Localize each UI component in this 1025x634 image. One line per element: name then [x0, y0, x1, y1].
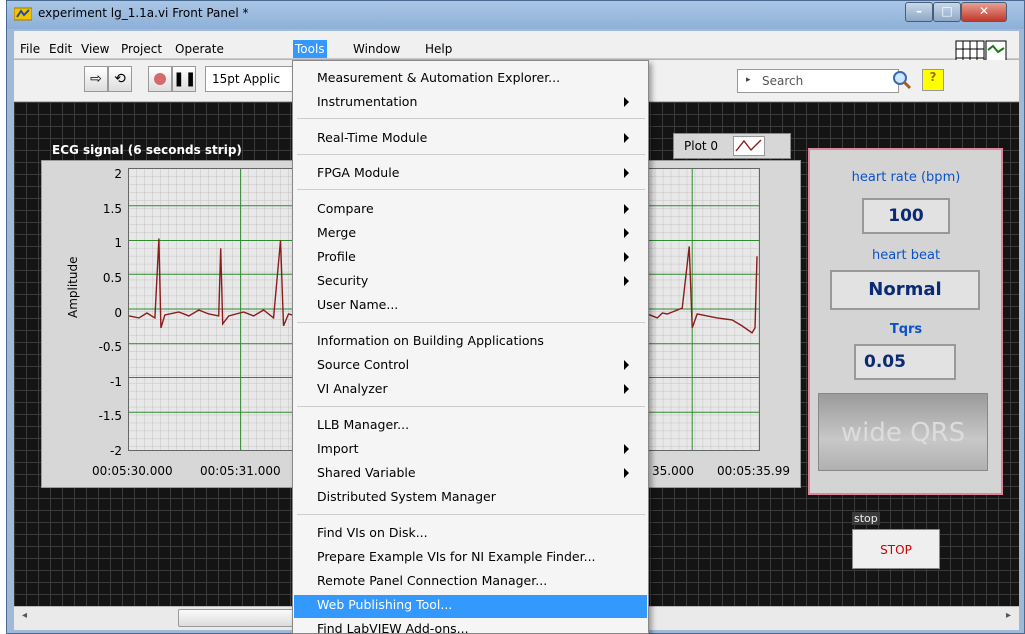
- menu-item-web-publishing-tool[interactable]: Web Publishing Tool...: [317, 597, 452, 612]
- menu-window[interactable]: Window: [351, 40, 402, 58]
- search-dropdown-icon[interactable]: ▸: [746, 75, 751, 85]
- stop-label: stop: [852, 512, 880, 525]
- menu-separator: [297, 406, 645, 407]
- x-tick-label: 35.000: [652, 464, 694, 478]
- chart-title: ECG signal (6 seconds strip): [52, 143, 242, 157]
- y-tick-label: 2: [114, 167, 122, 181]
- y-tick-label: 0.5: [102, 271, 122, 285]
- heart-rate-label: heart rate (bpm): [851, 170, 961, 185]
- menu-item-profile[interactable]: Profile: [317, 249, 356, 264]
- submenu-arrow-icon: [624, 276, 629, 286]
- plot-legend-label: Plot 0: [684, 139, 719, 153]
- menu-item-import[interactable]: Import: [317, 441, 359, 456]
- y-tick-label: -1: [110, 375, 122, 389]
- tqrs-label: Tqrs: [889, 322, 923, 337]
- menu-edit[interactable]: Edit: [47, 40, 74, 58]
- heart-beat-value: Normal: [830, 270, 980, 310]
- labview-icon: [14, 7, 32, 21]
- stop-button[interactable]: STOP: [852, 529, 940, 569]
- menu-item-compare[interactable]: Compare: [317, 201, 374, 216]
- menu-item-information-building-applications[interactable]: Information on Building Applications: [317, 333, 544, 348]
- menu-tools[interactable]: Tools: [293, 40, 327, 58]
- submenu-arrow-icon: [624, 384, 629, 394]
- window-title: experiment lg_1.1a.vi Front Panel *: [38, 6, 249, 20]
- menu-file[interactable]: File: [18, 40, 42, 58]
- menu-item-security[interactable]: Security: [317, 273, 368, 288]
- context-help-button[interactable]: ?: [922, 69, 944, 91]
- y-tick-label: 1: [114, 236, 122, 250]
- x-tick-label: 00:05:30.000: [92, 464, 173, 478]
- menu-separator: [297, 154, 645, 155]
- submenu-arrow-icon: [624, 204, 629, 214]
- y-tick-label: 0: [114, 306, 122, 320]
- menu-item-find-vis-on-disk[interactable]: Find VIs on Disk...: [317, 525, 428, 540]
- menu-item-find-labview-add-ons[interactable]: Find LabVIEW Add-ons...: [317, 621, 469, 634]
- tqrs-value: 0.05: [854, 344, 956, 380]
- y-tick-label: -2: [110, 444, 122, 458]
- submenu-arrow-icon: [624, 133, 629, 143]
- menu-separator: [297, 322, 645, 323]
- plot-line-style-icon[interactable]: [733, 136, 765, 156]
- submenu-arrow-icon: [624, 168, 629, 178]
- abort-icon: [154, 73, 166, 85]
- help-icon: ?: [929, 70, 937, 84]
- menu-item-fpga-module[interactable]: FPGA Module: [317, 165, 399, 180]
- maximize-button[interactable]: □: [933, 2, 961, 22]
- menu-item-shared-variable[interactable]: Shared Variable: [317, 465, 416, 480]
- menu-item-vi-analyzer[interactable]: VI Analyzer: [317, 381, 388, 396]
- submenu-arrow-icon: [624, 97, 629, 107]
- menu-item-measurement-automation-explorer[interactable]: Measurement & Automation Explorer...: [317, 70, 560, 85]
- menu-item-merge[interactable]: Merge: [317, 225, 356, 240]
- x-tick-label: 00:05:31.000: [200, 464, 281, 478]
- y-tick-label: 1.5: [102, 202, 122, 216]
- menu-help[interactable]: Help: [423, 40, 454, 58]
- submenu-arrow-icon: [624, 252, 629, 262]
- scroll-left-icon[interactable]: ◂: [22, 610, 27, 621]
- maximize-icon: □: [941, 4, 953, 18]
- pause-icon: ❚❚: [173, 71, 197, 87]
- menu-bar: [14, 31, 1019, 59]
- search-icon[interactable]: [891, 69, 913, 91]
- run-continuously-icon: ⟲: [114, 71, 126, 87]
- run-continuously-button[interactable]: ⟲: [108, 66, 132, 92]
- close-button[interactable]: ✕: [961, 2, 1007, 22]
- menu-separator: [297, 514, 645, 515]
- minimize-button[interactable]: –: [905, 2, 933, 22]
- menu-item-source-control[interactable]: Source Control: [317, 357, 409, 372]
- submenu-arrow-icon: [624, 228, 629, 238]
- menu-item-real-time-module[interactable]: Real-Time Module: [317, 130, 427, 145]
- menu-operate[interactable]: Operate: [173, 40, 226, 58]
- run-arrow-icon: ⇨: [90, 71, 102, 87]
- menu-separator: [297, 118, 645, 119]
- menu-item-prepare-example-vis[interactable]: Prepare Example VIs for NI Example Finde…: [317, 549, 596, 564]
- submenu-arrow-icon: [624, 468, 629, 478]
- x-tick-label: 00:05:35.99: [717, 464, 790, 478]
- menu-item-instrumentation[interactable]: Instrumentation: [317, 94, 417, 109]
- heart-beat-label: heart beat: [871, 248, 941, 263]
- y-axis-label: Amplitude: [66, 256, 80, 319]
- run-arrow-button[interactable]: ⇨: [84, 66, 108, 92]
- menu-item-llb-manager[interactable]: LLB Manager...: [317, 417, 409, 432]
- y-tick-label: -0.5: [98, 340, 122, 354]
- wide-qrs-indicator: wide QRS: [818, 393, 988, 471]
- minimize-icon: –: [916, 4, 922, 18]
- menu-item-remote-panel-connection-manager[interactable]: Remote Panel Connection Manager...: [317, 573, 547, 588]
- menu-item-user-name[interactable]: User Name...: [317, 297, 398, 312]
- font-select[interactable]: 15pt Applic: [205, 66, 295, 92]
- heart-rate-value: 100: [862, 198, 950, 234]
- close-icon: ✕: [978, 4, 990, 18]
- menu-separator: [297, 189, 645, 190]
- search-placeholder: Search: [762, 74, 804, 88]
- menu-view[interactable]: View: [79, 40, 111, 58]
- scroll-right-icon[interactable]: ▸: [1006, 610, 1011, 621]
- pause-button[interactable]: ❚❚: [172, 66, 196, 92]
- menu-item-distributed-system-manager[interactable]: Distributed System Manager: [317, 489, 496, 504]
- submenu-arrow-icon: [624, 360, 629, 370]
- abort-button[interactable]: [148, 66, 172, 92]
- y-tick-label: -1.5: [98, 409, 122, 423]
- menu-project[interactable]: Project: [119, 40, 164, 58]
- submenu-arrow-icon: [624, 444, 629, 454]
